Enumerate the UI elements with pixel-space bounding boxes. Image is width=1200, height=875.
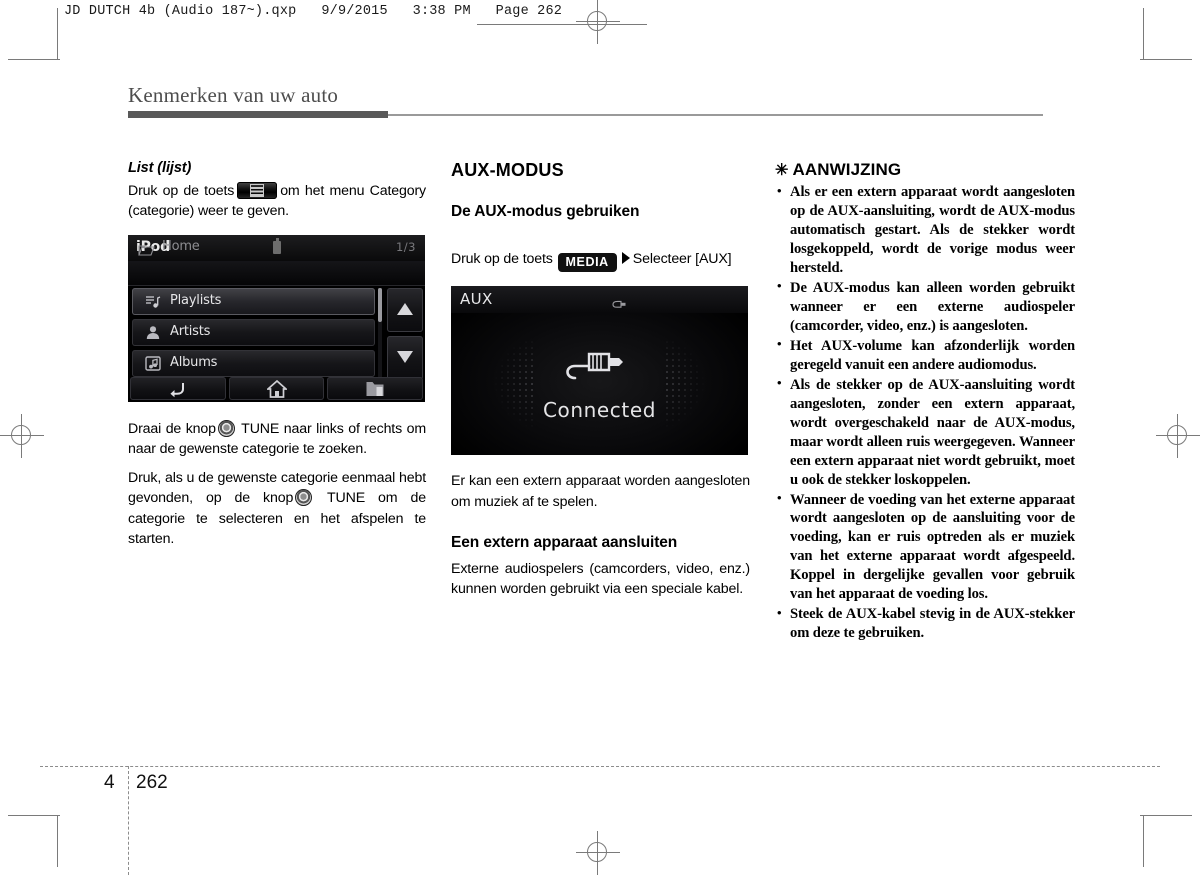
tune-rotate-text-before: Draai de knop — [128, 420, 216, 437]
middle-instruction-paragraph: Druk op de toets MEDIA Selecteer [AUX] — [451, 249, 750, 273]
left-paragraph-tune-press: Druk, als u de gewenste categorie eenmaa… — [128, 468, 426, 549]
footer-chapter-number: 4 — [104, 772, 115, 793]
footer-divider-vertical — [128, 766, 129, 875]
subheading-aux-gebruiken: De AUX-modus gebruiken — [451, 203, 640, 220]
album-note-icon — [145, 355, 161, 371]
aux-plug-icon — [611, 294, 627, 309]
list-button-icon — [237, 182, 278, 199]
right-triangle-icon — [621, 252, 630, 264]
notice-heading: ✳ AANWIJZING — [775, 160, 1075, 180]
ipod-scroll-down-button[interactable] — [387, 335, 423, 380]
notice-bullet: Steek de AUX-kabel stevig in de AUX-stek… — [775, 605, 1075, 643]
crop-mark-top-left-horizontal — [8, 59, 60, 60]
print-file-header: JD DUTCH 4b (Audio 187~).qxp 9/9/2015 3:… — [64, 4, 563, 19]
aux-status-text: Connected — [542, 398, 657, 423]
crop-mark-bottom-right-vertical — [1143, 815, 1144, 867]
left-paragraph-tune-rotate: Draai de knop TUNE naar links of rechts … — [128, 419, 426, 460]
home-icon — [266, 379, 287, 398]
footer-page-number: 262 — [136, 772, 168, 793]
registration-mark-bottom-center — [576, 831, 620, 875]
left-heading: List (lijst) — [128, 160, 192, 176]
notice-bullet: Wanneer de voeding van het externe appar… — [775, 490, 1075, 605]
left-column: List (lijst) Druk op de toets om het menu… — [128, 160, 426, 549]
folder-up-icon — [366, 381, 384, 396]
ipod-screen-figure: iPod Home 1/3 Playlists Artists Albums — [128, 234, 425, 402]
ipod-list-item-label: Playlists — [170, 292, 222, 308]
middle-paragraph-2: Externe audiospelers (camcorders, video,… — [451, 560, 750, 598]
ipod-list-item-label: Artists — [170, 323, 211, 339]
aux-title-bar — [451, 286, 748, 314]
ipod-nav-bar — [128, 376, 425, 402]
aux-screen-figure: AUX Connected — [451, 286, 748, 456]
person-icon — [145, 325, 161, 340]
crop-mark-top-right-vertical — [1143, 8, 1144, 60]
ipod-list-item-albums[interactable]: Albums — [132, 349, 375, 377]
title-underline-light — [388, 114, 1043, 116]
ipod-scroll-up-button[interactable] — [387, 287, 423, 332]
ipod-list-item-artists[interactable]: Artists — [132, 318, 375, 346]
left-intro-text-before: Druk op de toets — [128, 183, 235, 199]
ipod-category-list: Playlists Artists Albums — [132, 287, 375, 381]
folder-icon — [138, 241, 155, 256]
print-header-rule — [477, 24, 647, 25]
section-title-aux-modus: AUX-MODUS — [451, 160, 564, 180]
ipod-page-count: 1/3 — [395, 239, 416, 254]
page-title: Kenmerken van uw auto — [128, 83, 339, 107]
media-instruction-before: Druk op de toets — [451, 251, 553, 267]
notice-bullet: Als de stekker op de AUX-aansluiting wor… — [775, 375, 1075, 490]
speaker-grille-right-icon — [664, 327, 742, 440]
tune-knob-icon — [295, 489, 313, 507]
notice-bullet: Het AUX-volume kan afzonderlijk worden g… — [775, 336, 1075, 375]
aux-cable-plug-icon — [563, 345, 637, 381]
crop-mark-bottom-left-horizontal — [8, 815, 60, 816]
notice-bullet: Als er een extern apparaat wordt aangesl… — [775, 183, 1075, 278]
triangle-down-icon — [397, 350, 413, 363]
registration-mark-top-center — [576, 0, 620, 44]
playlist-icon — [145, 294, 161, 309]
notice-bullet-list: Als er een extern apparaat wordt aangesl… — [775, 183, 1075, 643]
notice-heading-label: AANWIJZING — [792, 160, 902, 179]
triangle-up-icon — [397, 302, 413, 315]
crop-mark-bottom-left-vertical — [57, 815, 58, 867]
ipod-scrollbar-thumb[interactable] — [378, 287, 382, 322]
back-arrow-icon — [170, 382, 184, 397]
ipod-list-item-label: Albums — [170, 354, 218, 370]
usb-device-icon — [273, 238, 281, 254]
right-column: ✳AANWIJZING Als er een extern apparaat w… — [775, 160, 1075, 644]
speaker-grille-left-icon — [457, 327, 535, 440]
ipod-folder-button[interactable] — [327, 376, 424, 400]
subheading-extern-apparaat: Een extern apparaat aansluiten — [451, 533, 678, 551]
media-instruction-after: Selecteer [AUX] — [632, 251, 732, 267]
crop-mark-top-left-vertical — [57, 8, 58, 60]
registration-mark-left-middle — [0, 414, 44, 458]
ipod-back-button[interactable] — [130, 376, 226, 400]
media-button-key: MEDIA — [557, 253, 617, 273]
asterisk-icon: ✳ — [775, 162, 789, 179]
tune-knob-icon — [217, 419, 235, 437]
ipod-home-button[interactable] — [228, 376, 325, 400]
notice-bullet: De AUX-modus kan alleen worden gebruikt … — [775, 278, 1075, 336]
middle-column: AUX-MODUS De AUX-modus gebruiken Druk op… — [451, 160, 750, 600]
aux-source-label: AUX — [460, 290, 493, 309]
footer-divider-horizontal — [40, 766, 1160, 767]
ipod-path-label: Home — [162, 238, 200, 254]
left-intro-paragraph: Druk op de toets om het menu Category (ca… — [128, 181, 426, 222]
middle-paragraph-1: Er kan een extern apparaat worden aanges… — [451, 473, 750, 510]
title-underline-dark — [128, 111, 388, 118]
crop-mark-bottom-right-horizontal — [1140, 815, 1192, 816]
ipod-list-item-playlists[interactable]: Playlists — [132, 287, 375, 315]
ipod-path-bar — [128, 260, 425, 286]
aux-display-stage: Connected — [451, 313, 748, 456]
crop-mark-top-right-horizontal — [1140, 59, 1192, 60]
registration-mark-right-middle — [1156, 414, 1200, 458]
